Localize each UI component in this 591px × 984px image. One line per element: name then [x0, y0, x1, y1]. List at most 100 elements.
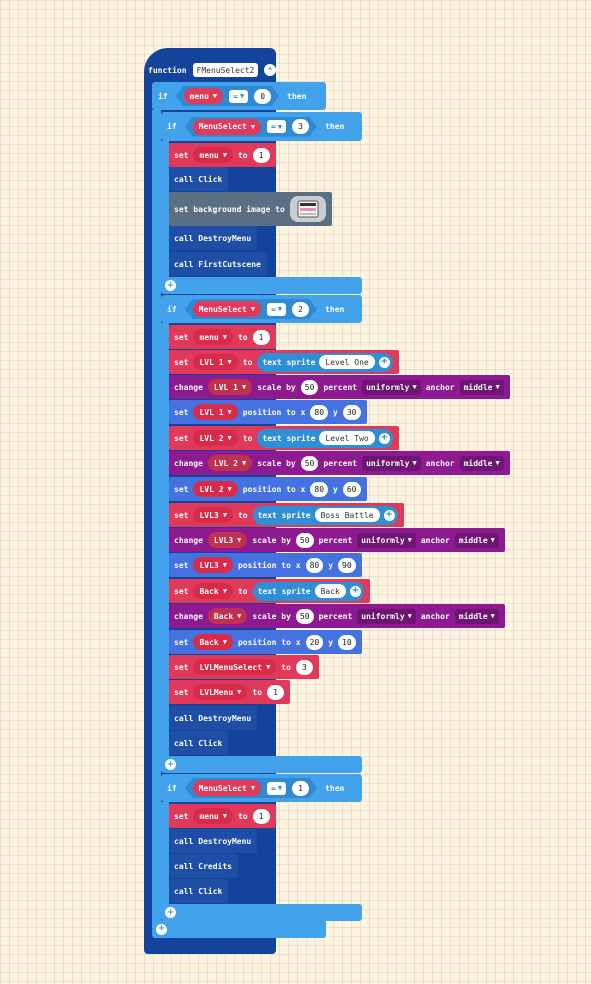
scale-value[interactable]: 50: [295, 608, 314, 624]
expand-plus-icon[interactable]: +: [378, 356, 390, 368]
set-lvl2-position-block[interactable]: set LVL 2 ▼ position to x 80 y 60: [169, 477, 367, 501]
if-block-menuselect-2[interactable]: if MenuSelect ▼ = ▼ 2 then: [161, 295, 362, 323]
y-value[interactable]: 60: [342, 481, 361, 497]
set-lvl3-position-block[interactable]: set LVL3 ▼ position to x 80 y 90: [169, 553, 362, 577]
condition-compare[interactable]: MenuSelect ▼ = ▼ 2: [185, 299, 317, 319]
variable-dropdown[interactable]: MenuSelect ▼: [193, 780, 261, 796]
uniform-dropdown[interactable]: uniformly ▼: [362, 379, 421, 395]
text-sprite-block[interactable]: text sprite Level Two +: [257, 428, 393, 448]
set-menu-block[interactable]: set menu ▼ to 1: [169, 325, 276, 349]
variable-dropdown[interactable]: LVL 2 ▼: [207, 455, 253, 471]
variable-dropdown[interactable]: LVL3 ▼: [207, 532, 248, 548]
variable-dropdown[interactable]: menu ▼: [184, 88, 223, 104]
expand-plus-icon[interactable]: +: [349, 585, 361, 597]
variable-dropdown[interactable]: menu ▼: [193, 329, 233, 345]
value-field[interactable]: 1: [252, 329, 270, 345]
set-lvlmenu-block[interactable]: set LVLMenu ▼ to 1: [169, 680, 291, 704]
text-sprite-block[interactable]: text sprite Back +: [252, 581, 364, 601]
variable-dropdown[interactable]: LVL 1 ▼: [207, 379, 253, 395]
compare-value[interactable]: 0: [254, 89, 271, 104]
condition-compare[interactable]: MenuSelect ▼ = ▼ 1: [185, 778, 317, 798]
set-back-position-block[interactable]: set Back ▼ position to x 20 y 10: [169, 630, 362, 654]
if-block-menuselect-3[interactable]: if MenuSelect ▼ = ▼ 3 then: [161, 112, 362, 141]
operator-dropdown[interactable]: = ▼: [267, 303, 286, 316]
variable-dropdown[interactable]: LVLMenu ▼: [193, 684, 248, 700]
variable-dropdown[interactable]: MenuSelect ▼: [193, 301, 261, 317]
variable-dropdown[interactable]: Back ▼: [207, 608, 248, 624]
variable-dropdown[interactable]: LVL 2 ▼: [193, 481, 238, 497]
operator-dropdown[interactable]: = ▼: [267, 120, 286, 133]
variable-dropdown[interactable]: menu ▼: [193, 147, 233, 163]
call-click-block[interactable]: call Click: [169, 879, 229, 903]
change-lvl3-scale-block[interactable]: change LVL3 ▼ scale by 50 percent uniform…: [169, 528, 505, 552]
x-value[interactable]: 80: [310, 481, 329, 497]
set-background-image-block[interactable]: set background image to: [169, 192, 332, 226]
change-lvl2-scale-block[interactable]: change LVL 2 ▼ scale by 50 percent unifor…: [169, 451, 510, 475]
sprite-text-field[interactable]: Level Two: [319, 431, 375, 445]
condition-compare[interactable]: menu ▼ = ▼ 0: [176, 86, 280, 106]
add-else-icon[interactable]: +: [156, 923, 167, 935]
add-else-icon[interactable]: +: [165, 907, 176, 918]
call-firstcutscene-block[interactable]: call FirstCutscene: [169, 252, 267, 276]
set-lvlmenuselect-block[interactable]: set LVLMenuSelect ▼ to 3: [169, 655, 319, 679]
variable-dropdown[interactable]: LVL 2 ▼: [193, 430, 238, 446]
variable-dropdown[interactable]: LVL3 ▼: [193, 507, 233, 523]
x-value[interactable]: 80: [305, 557, 324, 573]
change-lvl1-scale-block[interactable]: change LVL 1 ▼ scale by 50 percent unifor…: [169, 375, 510, 399]
uniform-dropdown[interactable]: uniformly ▼: [357, 608, 416, 624]
variable-dropdown[interactable]: LVL 1 ▼: [193, 354, 238, 370]
variable-dropdown[interactable]: Back ▼: [193, 583, 233, 599]
set-menu-block[interactable]: set menu ▼ to 1: [169, 143, 276, 167]
anchor-dropdown[interactable]: middle ▼: [459, 379, 504, 395]
sprite-text-field[interactable]: Boss Battle: [314, 508, 380, 522]
call-destroymenu-block[interactable]: call DestroyMenu: [169, 226, 258, 250]
set-lvl1-text-sprite-block[interactable]: set LVL 1 ▼ to text sprite Level One +: [169, 350, 399, 374]
y-value[interactable]: 10: [338, 634, 356, 650]
uniform-dropdown[interactable]: uniformly ▼: [357, 532, 416, 548]
compare-value[interactable]: 1: [292, 781, 309, 796]
operator-dropdown[interactable]: = ▼: [229, 90, 248, 103]
variable-dropdown[interactable]: LVL 1 ▼: [193, 404, 238, 420]
add-else-icon[interactable]: +: [165, 280, 176, 291]
function-name-field[interactable]: FMenuSelect2: [192, 63, 259, 77]
expand-plus-icon[interactable]: +: [378, 432, 390, 444]
if-block-menuselect-1[interactable]: if MenuSelect ▼ = ▼ 1 then: [161, 774, 362, 802]
sprite-text-field[interactable]: Back: [314, 584, 346, 598]
if-block-menu-0[interactable]: if menu ▼ = ▼ 0 then: [152, 82, 326, 110]
set-lvl3-text-sprite-block[interactable]: set LVL3 ▼ to text sprite Boss Battle +: [169, 503, 404, 527]
compare-value[interactable]: 3: [292, 119, 309, 134]
scale-value[interactable]: 50: [300, 455, 319, 471]
operator-dropdown[interactable]: = ▼: [267, 782, 286, 795]
call-click-block[interactable]: call Click: [169, 731, 229, 755]
image-thumbnail[interactable]: [289, 196, 326, 222]
call-click-block[interactable]: call Click: [169, 167, 229, 191]
add-else-icon[interactable]: +: [165, 759, 176, 770]
x-value[interactable]: 20: [305, 634, 324, 650]
call-destroymenu-block[interactable]: call DestroyMenu: [169, 829, 258, 853]
set-lvl2-text-sprite-block[interactable]: set LVL 2 ▼ to text sprite Level Two +: [169, 426, 399, 450]
variable-dropdown[interactable]: LVL3 ▼: [193, 557, 233, 573]
set-back-text-sprite-block[interactable]: set Back ▼ to text sprite Back +: [169, 579, 370, 603]
variable-dropdown[interactable]: Back ▼: [193, 634, 233, 650]
value-field[interactable]: 1: [252, 808, 270, 824]
expand-plus-icon[interactable]: +: [383, 509, 395, 521]
set-lvl1-position-block[interactable]: set LVL 1 ▼ position to x 80 y 30: [169, 400, 367, 424]
anchor-dropdown[interactable]: middle ▼: [454, 532, 499, 548]
value-field[interactable]: 1: [267, 684, 285, 700]
call-credits-block[interactable]: call Credits: [169, 854, 238, 878]
anchor-dropdown[interactable]: middle ▼: [459, 455, 504, 471]
block-workspace[interactable]: function FMenuSelect2 ⌃ if menu ▼ = ▼ 0 th…: [0, 0, 591, 984]
change-back-scale-block[interactable]: change Back ▼ scale by 50 percent uniform…: [169, 604, 505, 628]
variable-dropdown[interactable]: menu ▼: [193, 808, 233, 824]
compare-value[interactable]: 2: [292, 302, 309, 317]
uniform-dropdown[interactable]: uniformly ▼: [362, 455, 421, 471]
x-value[interactable]: 80: [310, 404, 329, 420]
text-sprite-block[interactable]: text sprite Level One +: [257, 352, 393, 372]
value-field[interactable]: 1: [252, 147, 270, 163]
y-value[interactable]: 30: [342, 404, 361, 420]
variable-dropdown[interactable]: MenuSelect ▼: [193, 119, 261, 135]
sprite-text-field[interactable]: Level One: [319, 355, 375, 369]
value-field[interactable]: 3: [295, 659, 313, 675]
anchor-dropdown[interactable]: middle ▼: [454, 608, 499, 624]
scale-value[interactable]: 50: [300, 379, 319, 395]
